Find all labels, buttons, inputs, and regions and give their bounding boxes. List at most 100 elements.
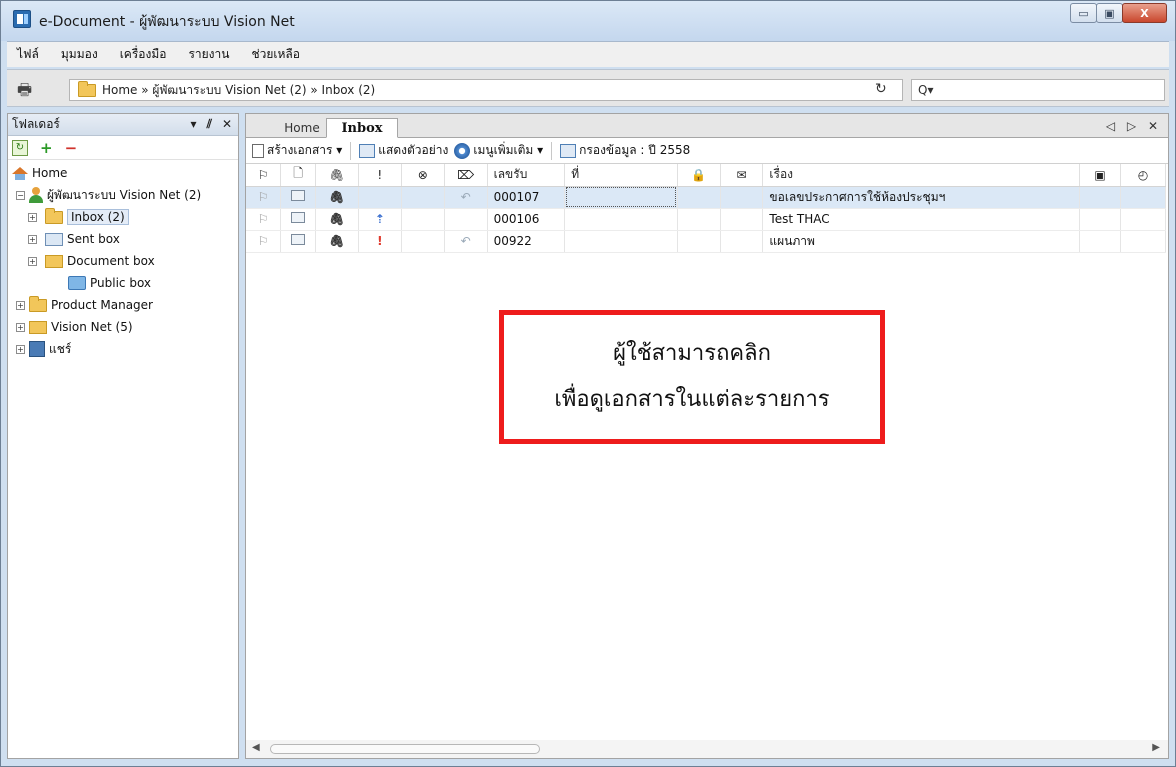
reply-column-header[interactable]: ⌦: [444, 164, 488, 187]
preview-button[interactable]: แสดงตัวอย่าง: [359, 141, 448, 160]
tab-inbox[interactable]: Inbox: [326, 118, 398, 138]
close-button[interactable]: X: [1122, 3, 1167, 23]
close-panel-icon[interactable]: ✕: [222, 117, 232, 132]
flag-icon[interactable]: ⚐: [246, 230, 282, 253]
expand-icon[interactable]: +: [28, 212, 37, 222]
tree-item-public-box[interactable]: Public box: [8, 272, 238, 294]
user-icon: [29, 187, 43, 203]
callout-line-1: ผู้ใช้สามารถคลิก: [613, 341, 771, 366]
public-box-icon: [68, 276, 86, 290]
print-column-header[interactable]: ▣: [1079, 164, 1121, 187]
tree-item-document-box[interactable]: + Document box: [8, 250, 238, 272]
share-icon: [29, 341, 45, 357]
panel-controls: ▾ ⫽ ✕: [191, 117, 232, 132]
time-column-header[interactable]: ◴: [1120, 164, 1167, 187]
print-icon[interactable]: 🖶: [17, 79, 32, 106]
tree-item-home[interactable]: Home: [8, 162, 238, 184]
scroll-thumb[interactable]: [270, 744, 540, 754]
menu-tools[interactable]: เครื่องมือ: [120, 45, 167, 64]
expand-icon[interactable]: +: [28, 256, 37, 266]
expand-icon[interactable]: +: [16, 344, 25, 354]
reference-column-header[interactable]: ที่: [564, 164, 678, 187]
mail-cell: [720, 230, 764, 253]
expand-icon[interactable]: +: [28, 234, 37, 244]
lock-cell: [677, 208, 721, 231]
tree-item-user[interactable]: − ผู้พัฒนาระบบ Vision Net (2): [8, 184, 238, 206]
lock-cell: [677, 230, 721, 253]
attachment-icon: 🖇: [315, 186, 359, 209]
tree-label: ผู้พัฒนาระบบ Vision Net (2): [47, 187, 202, 202]
tree-label: Sent box: [67, 232, 120, 246]
tree-item-vision-net[interactable]: + Vision Net (5): [8, 316, 238, 338]
menu-file[interactable]: ไฟล์: [17, 45, 39, 64]
document-column-header[interactable]: 🗋: [280, 164, 316, 187]
tree-item-inbox[interactable]: + Inbox (2): [8, 206, 238, 228]
tab-home[interactable]: Home: [276, 118, 328, 138]
mail-cell: [720, 208, 764, 231]
folder-panel: โฟลเดอร์ ▾ ⫽ ✕ ↻ + − Home − ผู้พัฒนาระบบ…: [7, 113, 239, 759]
receipt-number-column-header[interactable]: เลขรับ: [487, 164, 566, 187]
app-icon: [13, 10, 31, 28]
remove-folder-button[interactable]: −: [65, 139, 78, 157]
tree-item-share[interactable]: + แชร์: [8, 338, 238, 360]
horizontal-scrollbar[interactable]: ◀ ▶: [246, 740, 1168, 758]
mail-column-header[interactable]: ✉: [720, 164, 764, 187]
tab-controls[interactable]: ◁ ▷ ✕: [1106, 119, 1162, 133]
filter-icon: [560, 143, 577, 158]
table-row[interactable]: ⚐ 🖇 ! ↶ 00922 แผนภาพ: [246, 230, 1167, 253]
collapse-icon[interactable]: −: [16, 190, 25, 200]
add-folder-button[interactable]: +: [40, 139, 53, 157]
attachment-icon: 🖇: [315, 208, 359, 231]
time-cell: [1120, 230, 1167, 253]
refresh-folder-button[interactable]: ↻: [12, 139, 28, 156]
more-menu-button[interactable]: เมนูเพิ่มเติม ▾: [454, 141, 543, 160]
menu-help[interactable]: ช่วยเหลือ: [251, 45, 300, 64]
table-header-row: ⚐ 🗋 🖇 ! ⊗ ⌦ เลขรับ ที่ 🔒 ✉ เรื่อง ▣ ◴: [246, 164, 1167, 187]
envelope-icon: [291, 190, 306, 201]
create-document-label: สร้างเอกสาร ▾: [267, 143, 343, 157]
breadcrumb[interactable]: Home » ผู้พัฒนาระบบ Vision Net (2) » Inb…: [69, 79, 903, 101]
pin-icon[interactable]: ⫽: [207, 117, 212, 132]
instruction-callout: ผู้ใช้สามารถคลิก เพื่อดูเอกสารในแต่ละราย…: [499, 310, 885, 444]
preview-icon: [359, 143, 376, 158]
tree-label: Home: [32, 166, 68, 180]
cancel-column-header[interactable]: ⊗: [401, 164, 445, 187]
flag-icon[interactable]: ⚐: [246, 186, 282, 209]
tree-label: แชร์: [49, 341, 72, 356]
document-cell: [280, 230, 316, 253]
maximize-button[interactable]: ▣: [1096, 3, 1123, 23]
panel-dropdown-icon[interactable]: ▾: [191, 117, 197, 132]
table-row[interactable]: ⚐ 🖇 ↶ 000107 ขอเลขประกาศการใช้ห้องประชุม…: [246, 186, 1167, 209]
folder-icon: [29, 320, 47, 334]
scroll-right-icon[interactable]: ▶: [1152, 742, 1160, 753]
new-document-icon: [252, 143, 264, 158]
menu-view[interactable]: มุมมอง: [61, 45, 98, 64]
folder-tree: Home − ผู้พัฒนาระบบ Vision Net (2) + Inb…: [8, 160, 238, 360]
tree-label: Vision Net (5): [51, 320, 133, 334]
priority-column-header[interactable]: !: [358, 164, 402, 187]
refresh-icon[interactable]: ↻: [875, 81, 887, 97]
subject-cell: แผนภาพ: [762, 230, 1081, 253]
tree-item-product-manager[interactable]: + Product Manager: [8, 294, 238, 316]
menu-report[interactable]: รายงาน: [188, 45, 229, 64]
subject-column-header[interactable]: เรื่อง: [762, 164, 1081, 187]
filter-label: กรองข้อมูล : ปี 2558: [579, 143, 691, 157]
attachment-icon: 🖇: [315, 230, 359, 253]
attachment-column-header[interactable]: 🖇: [315, 164, 359, 187]
expand-icon[interactable]: +: [16, 322, 25, 332]
cancel-cell: [401, 230, 445, 253]
flag-icon[interactable]: ⚐: [246, 208, 282, 231]
filter-button[interactable]: กรองข้อมูล : ปี 2558: [560, 141, 690, 160]
flag-column-header[interactable]: ⚐: [246, 164, 282, 187]
sent-box-icon: [45, 232, 63, 246]
lock-column-header[interactable]: 🔒: [677, 164, 721, 187]
search-input[interactable]: Q▾: [911, 79, 1165, 101]
expand-icon[interactable]: +: [16, 300, 25, 310]
table-row[interactable]: ⚐ 🖇 ⇡ 000106 Test THAC: [246, 208, 1167, 231]
scroll-left-icon[interactable]: ◀: [252, 742, 260, 753]
tree-item-sent-box[interactable]: + Sent box: [8, 228, 238, 250]
minimize-button[interactable]: ▭: [1070, 3, 1097, 23]
title-bar[interactable]: e-Document - ผู้พัฒนาระบบ Vision Net ▭ ▣…: [1, 1, 1175, 41]
print-cell: [1079, 208, 1121, 231]
create-document-button[interactable]: สร้างเอกสาร ▾: [252, 141, 342, 160]
